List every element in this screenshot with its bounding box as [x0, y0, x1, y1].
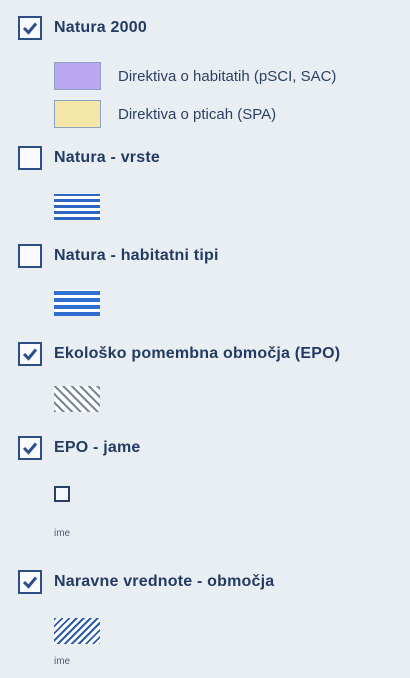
- checkmark-icon: [22, 22, 38, 35]
- label-naravne-vrednote: ime: [54, 656, 71, 667]
- layer-checkbox[interactable]: [18, 244, 42, 268]
- layer-title: Ekološko pomembna območja (EPO): [54, 345, 341, 362]
- layer-checkbox[interactable]: [18, 570, 42, 594]
- swatch-epo: [54, 386, 100, 412]
- legend-label-birds: Direktiva o pticah (SPA): [118, 106, 277, 123]
- layer-epo-jame[interactable]: EPO - jame: [18, 436, 140, 460]
- checkmark-icon: [22, 348, 38, 361]
- square-point-icon: [54, 486, 70, 502]
- checkmark-icon: [22, 442, 38, 455]
- legend-panel: Natura 2000 Direktiva o habitatih (pSCI,…: [0, 0, 410, 678]
- layer-title: Natura - vrste: [54, 149, 160, 166]
- layer-checkbox[interactable]: [18, 146, 42, 170]
- layer-epo[interactable]: Ekološko pomembna območja (EPO): [18, 342, 340, 366]
- layer-naravne-vrednote-obmocja[interactable]: Naravne vrednote - območja: [18, 570, 274, 594]
- layer-checkbox[interactable]: [18, 436, 42, 460]
- legend-swatch-habitat: [54, 62, 101, 90]
- legend-label-habitat: Direktiva o habitatih (pSCI, SAC): [118, 68, 337, 85]
- layer-natura-habitatni-tipi[interactable]: Natura - habitatni tipi: [18, 244, 219, 268]
- layer-title: Natura - habitatni tipi: [54, 247, 219, 264]
- layer-title: EPO - jame: [54, 439, 141, 456]
- swatch-naravne-vrednote: [54, 618, 100, 644]
- checkmark-icon: [22, 576, 38, 589]
- layer-checkbox[interactable]: [18, 342, 42, 366]
- layer-natura-2000[interactable]: Natura 2000: [18, 16, 147, 40]
- layer-title: Natura 2000: [54, 19, 147, 36]
- swatch-natura-habitatni-tipi: [54, 290, 100, 316]
- layer-natura-vrste[interactable]: Natura - vrste: [18, 146, 160, 170]
- swatch-natura-vrste: [54, 194, 100, 220]
- label-epo-jame: ime: [54, 528, 71, 539]
- legend-swatch-birds: [54, 100, 101, 128]
- layer-checkbox[interactable]: [18, 16, 42, 40]
- layer-title: Naravne vrednote - območja: [54, 573, 275, 590]
